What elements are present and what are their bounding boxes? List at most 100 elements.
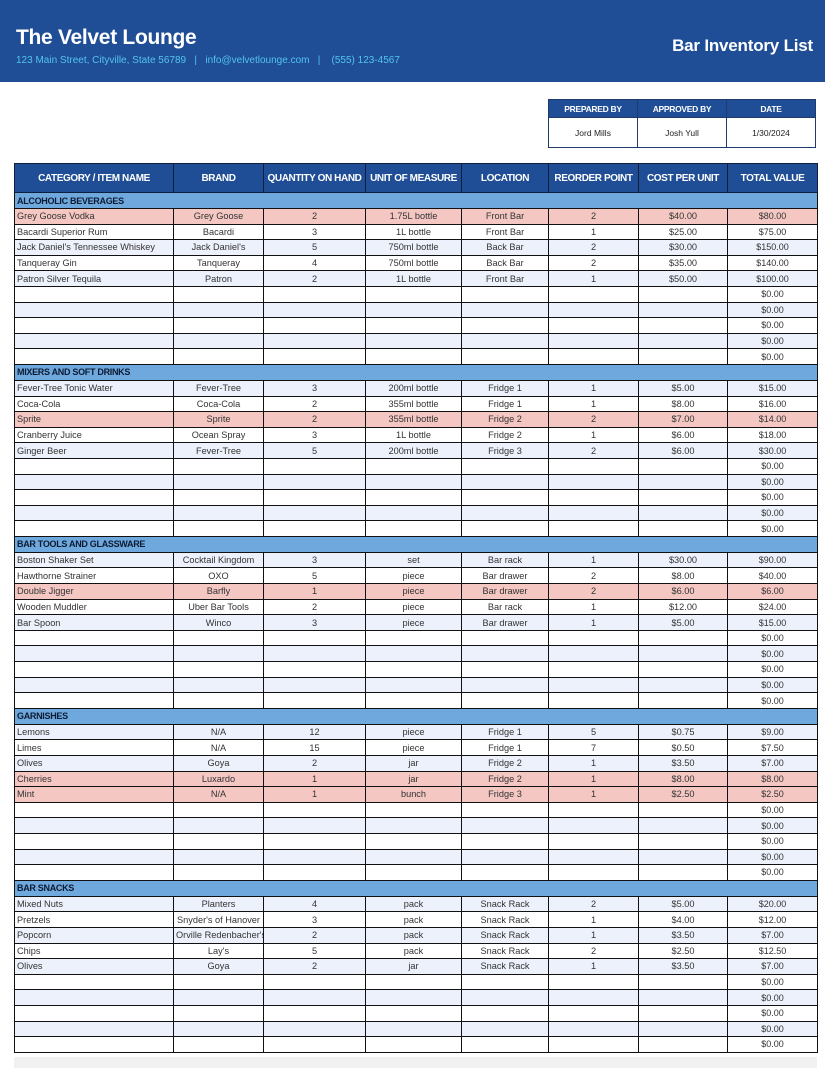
date-value[interactable]: 1/30/2024 bbox=[726, 117, 816, 148]
reorder-point-cell[interactable]: 2 bbox=[548, 254, 639, 272]
item-name-cell[interactable] bbox=[14, 520, 174, 537]
cost-per-unit-cell[interactable] bbox=[638, 317, 728, 334]
location-cell[interactable] bbox=[461, 645, 549, 663]
cost-per-unit-cell[interactable] bbox=[638, 520, 728, 537]
unit-cell[interactable]: piece bbox=[365, 614, 462, 631]
total-value-cell[interactable]: $150.00 bbox=[727, 239, 818, 256]
item-name-cell[interactable]: Double Jigger bbox=[14, 583, 174, 600]
location-cell[interactable]: Snack Rack bbox=[461, 958, 549, 975]
location-cell[interactable] bbox=[461, 676, 549, 694]
reorder-point-cell[interactable]: 1 bbox=[548, 379, 639, 397]
location-cell[interactable]: Back Bar bbox=[461, 239, 549, 256]
brand-cell[interactable]: N/A bbox=[173, 786, 264, 803]
total-value-cell[interactable]: $0.00 bbox=[727, 489, 818, 506]
unit-cell[interactable]: jar bbox=[365, 755, 462, 772]
total-value-cell[interactable]: $8.00 bbox=[727, 770, 818, 788]
unit-cell[interactable]: 750ml bottle bbox=[365, 254, 462, 272]
location-cell[interactable] bbox=[461, 473, 549, 491]
quantity-cell[interactable] bbox=[263, 285, 366, 303]
total-value-cell[interactable]: $0.00 bbox=[727, 348, 818, 365]
cost-per-unit-cell[interactable] bbox=[638, 989, 728, 1006]
location-cell[interactable]: Front Bar bbox=[461, 208, 549, 225]
location-cell[interactable]: Fridge 1 bbox=[461, 379, 549, 397]
cost-per-unit-cell[interactable] bbox=[638, 645, 728, 663]
reorder-point-cell[interactable]: 1 bbox=[548, 755, 639, 772]
cost-per-unit-cell[interactable]: $6.00 bbox=[638, 583, 728, 600]
total-value-cell[interactable]: $0.00 bbox=[727, 285, 818, 303]
item-name-cell[interactable] bbox=[14, 1020, 174, 1038]
location-cell[interactable]: Snack Rack bbox=[461, 942, 549, 960]
quantity-cell[interactable]: 5 bbox=[263, 442, 366, 459]
reorder-point-cell[interactable]: 1 bbox=[548, 958, 639, 975]
cost-per-unit-cell[interactable]: $40.00 bbox=[638, 208, 728, 225]
quantity-cell[interactable] bbox=[263, 301, 366, 319]
location-cell[interactable] bbox=[461, 801, 549, 819]
unit-cell[interactable] bbox=[365, 457, 462, 475]
location-cell[interactable] bbox=[461, 848, 549, 866]
quantity-cell[interactable]: 2 bbox=[263, 926, 366, 944]
cost-per-unit-cell[interactable]: $8.00 bbox=[638, 395, 728, 413]
item-name-cell[interactable]: Mint bbox=[14, 786, 174, 803]
item-name-cell[interactable] bbox=[14, 973, 174, 991]
unit-cell[interactable] bbox=[365, 1036, 462, 1053]
cost-per-unit-cell[interactable]: $0.50 bbox=[638, 739, 728, 756]
location-cell[interactable]: Bar rack bbox=[461, 598, 549, 616]
location-cell[interactable]: Fridge 2 bbox=[461, 755, 549, 772]
cost-per-unit-cell[interactable]: $3.50 bbox=[638, 755, 728, 772]
unit-cell[interactable] bbox=[365, 645, 462, 663]
item-name-cell[interactable]: Ginger Beer bbox=[14, 442, 174, 459]
location-cell[interactable]: Bar drawer bbox=[461, 567, 549, 585]
location-cell[interactable]: Fridge 3 bbox=[461, 442, 549, 459]
location-cell[interactable] bbox=[461, 817, 549, 834]
reorder-point-cell[interactable] bbox=[548, 332, 639, 350]
unit-cell[interactable] bbox=[365, 989, 462, 1006]
reorder-point-cell[interactable]: 5 bbox=[548, 723, 639, 741]
unit-cell[interactable] bbox=[365, 864, 462, 881]
total-value-cell[interactable]: $7.00 bbox=[727, 926, 818, 944]
cost-per-unit-cell[interactable] bbox=[638, 348, 728, 365]
total-value-cell[interactable]: $16.00 bbox=[727, 395, 818, 413]
cost-per-unit-cell[interactable]: $6.00 bbox=[638, 426, 728, 444]
reorder-point-cell[interactable]: 1 bbox=[548, 551, 639, 569]
reorder-point-cell[interactable]: 1 bbox=[548, 223, 639, 241]
cost-per-unit-cell[interactable] bbox=[638, 1020, 728, 1038]
quantity-cell[interactable] bbox=[263, 676, 366, 694]
location-cell[interactable] bbox=[461, 285, 549, 303]
item-name-cell[interactable] bbox=[14, 285, 174, 303]
unit-cell[interactable]: pack bbox=[365, 895, 462, 913]
unit-cell[interactable] bbox=[365, 692, 462, 709]
brand-cell[interactable]: Fever-Tree bbox=[173, 379, 264, 397]
quantity-cell[interactable] bbox=[263, 973, 366, 991]
cost-per-unit-cell[interactable] bbox=[638, 504, 728, 522]
quantity-cell[interactable] bbox=[263, 692, 366, 709]
brand-cell[interactable] bbox=[173, 285, 264, 303]
brand-cell[interactable] bbox=[173, 864, 264, 881]
brand-cell[interactable]: Fever-Tree bbox=[173, 442, 264, 459]
quantity-cell[interactable] bbox=[263, 817, 366, 834]
total-value-cell[interactable]: $0.00 bbox=[727, 848, 818, 866]
location-cell[interactable]: Snack Rack bbox=[461, 911, 549, 928]
unit-cell[interactable]: 1L bottle bbox=[365, 426, 462, 444]
cost-per-unit-cell[interactable] bbox=[638, 692, 728, 709]
reorder-point-cell[interactable]: 7 bbox=[548, 739, 639, 756]
item-name-cell[interactable]: Fever-Tree Tonic Water bbox=[14, 379, 174, 397]
total-value-cell[interactable]: $0.00 bbox=[727, 817, 818, 834]
location-cell[interactable]: Fridge 2 bbox=[461, 770, 549, 788]
total-value-cell[interactable]: $24.00 bbox=[727, 598, 818, 616]
item-name-cell[interactable]: Bar Spoon bbox=[14, 614, 174, 631]
quantity-cell[interactable]: 12 bbox=[263, 723, 366, 741]
quantity-cell[interactable]: 3 bbox=[263, 614, 366, 631]
unit-cell[interactable] bbox=[365, 1020, 462, 1038]
unit-cell[interactable]: bunch bbox=[365, 786, 462, 803]
location-cell[interactable] bbox=[461, 457, 549, 475]
unit-cell[interactable]: 1.75L bottle bbox=[365, 208, 462, 225]
quantity-cell[interactable]: 2 bbox=[263, 411, 366, 428]
location-cell[interactable] bbox=[461, 504, 549, 522]
brand-cell[interactable]: Grey Goose bbox=[173, 208, 264, 225]
quantity-cell[interactable]: 1 bbox=[263, 786, 366, 803]
cost-per-unit-cell[interactable] bbox=[638, 676, 728, 694]
unit-cell[interactable]: 1L bottle bbox=[365, 223, 462, 241]
item-name-cell[interactable]: Wooden Muddler bbox=[14, 598, 174, 616]
item-name-cell[interactable] bbox=[14, 317, 174, 334]
total-value-cell[interactable]: $0.00 bbox=[727, 973, 818, 991]
